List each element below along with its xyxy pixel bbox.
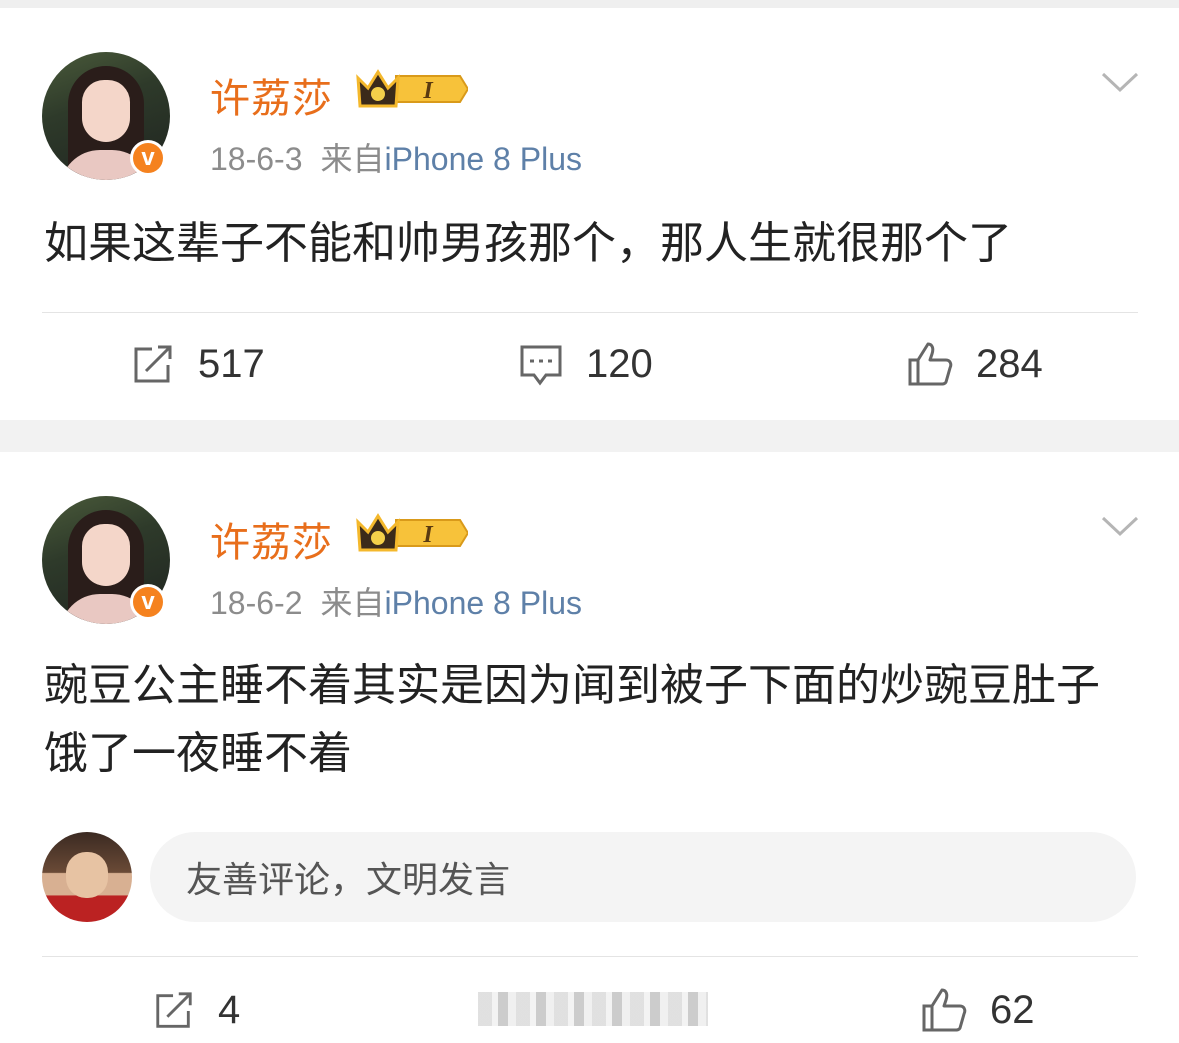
post-date: 18-6-2: [210, 585, 303, 621]
like-button[interactable]: 284: [906, 340, 1043, 388]
comment-count: 120: [586, 342, 653, 386]
post-meta: 18-6-3 来自iPhone 8 Plus: [210, 134, 582, 180]
current-user-face: [66, 852, 108, 898]
divider: [42, 956, 1138, 957]
crown-icon[interactable]: I: [356, 68, 468, 110]
chevron-down-icon[interactable]: [1100, 514, 1140, 538]
like-count: 62: [990, 987, 1035, 1032]
comment-button[interactable]: 120: [518, 342, 653, 387]
repost-count: 517: [198, 342, 265, 386]
repost-button[interactable]: 517: [130, 342, 265, 387]
username[interactable]: 许荔莎: [210, 66, 333, 124]
comment-icon: [520, 345, 562, 385]
like-button[interactable]: 62: [920, 986, 1035, 1034]
vip-level: I: [422, 522, 434, 548]
repost-icon: [156, 991, 192, 1028]
post-meta: 18-6-2 来自iPhone 8 Plus: [210, 578, 582, 624]
source-prefix: 来自: [320, 585, 385, 621]
like-icon: [922, 988, 967, 1032]
post-text: 如果这辈子不能和帅男孩那个，那人生就很那个了: [44, 218, 1012, 269]
crown-icon[interactable]: I: [356, 512, 468, 554]
comment-placeholder: 友善评论，文明发言: [186, 860, 511, 901]
username[interactable]: 许荔莎: [210, 510, 333, 568]
like-icon: [908, 342, 953, 386]
post-date: 18-6-3: [210, 141, 303, 177]
vip-level: I: [422, 78, 434, 104]
post-card: v 许荔莎 I 18-6-3 来自iPhone 8 Plus 如果这辈子不能和帅男…: [0, 8, 1179, 420]
post-text: 豌豆公主睡不着其实是因为闻到被子下面的炒豌豆肚子饿了一夜睡不着: [44, 660, 1100, 779]
source-prefix: 来自: [320, 141, 385, 177]
divider: [42, 312, 1138, 313]
avatar-face: [82, 80, 130, 142]
like-count: 284: [976, 341, 1043, 386]
current-user-avatar[interactable]: [42, 832, 132, 922]
repost-icon: [134, 345, 172, 382]
avatar-face: [82, 524, 130, 586]
verified-badge-icon: v: [130, 140, 166, 176]
top-spacer: [0, 0, 1179, 8]
chevron-down-icon[interactable]: [1100, 70, 1140, 94]
repost-count: 4: [218, 988, 241, 1032]
device-link[interactable]: iPhone 8 Plus: [385, 141, 582, 177]
device-link[interactable]: iPhone 8 Plus: [385, 585, 582, 621]
watermark: [478, 992, 708, 1026]
post-card: v 许荔莎 I 18-6-2 来自iPhone 8 Plus 豌豆公主睡不着其实是…: [0, 452, 1179, 1043]
verified-badge-icon: v: [130, 584, 166, 620]
repost-button[interactable]: 4: [152, 988, 240, 1033]
comment-input[interactable]: 友善评论，文明发言: [150, 832, 1136, 922]
